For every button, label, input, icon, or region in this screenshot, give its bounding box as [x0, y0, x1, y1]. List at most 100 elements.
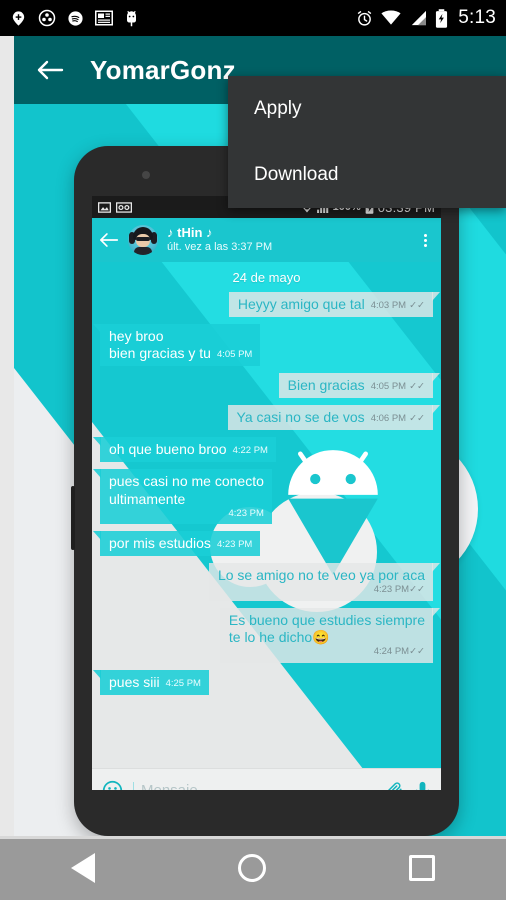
back-arrow-icon[interactable]: [36, 58, 64, 82]
chat-contact-info: ♪ tHin ♪ últ. vez a las 3:37 PM: [167, 225, 273, 254]
message-text: Lo se amigo no te veo ya por aca: [217, 567, 425, 584]
system-status-icons: 5:13: [356, 7, 496, 29]
overflow-dropdown-menu: Apply Download: [228, 76, 506, 208]
message-meta: 4:23 PM✓✓: [224, 584, 425, 596]
message-row: por mis estudios 4:23 PM: [92, 531, 433, 557]
message-row: Lo se amigo no te veo ya por aca 4:23 PM✓…: [100, 563, 441, 601]
message-row: oh que bueno broo 4:22 PM: [93, 437, 433, 463]
system-status-bar: 5:13: [0, 0, 506, 36]
app-screen: 5:13 YomarGonz ♪ tHin ♪ últ. vez a las 3…: [0, 0, 506, 900]
nav-recents-icon[interactable]: [408, 855, 435, 881]
message-meta: 4:23 PM: [115, 507, 264, 520]
front-camera-dot: [142, 171, 150, 179]
message-row: pues casi no me conecto ultimamente 4:23 P…: [93, 469, 433, 525]
message-bubble[interactable]: por mis estudios 4:23 PM: [92, 531, 261, 557]
read-receipt-icon: ✓✓: [409, 584, 425, 596]
message-meta: 4:03 PM ✓✓: [371, 300, 425, 312]
message-row: Es bueno que estudies siempre te lo he di…: [100, 607, 441, 663]
message-time: 4:23 PM: [373, 584, 410, 596]
phone-screen: 100% 03:39 PM: [92, 196, 441, 790]
message-time: 4:23 PM: [216, 539, 253, 551]
message-time: 4:05 PM: [216, 349, 253, 361]
message-input-placeholder[interactable]: Mensaje: [133, 782, 375, 790]
message-bubble[interactable]: pues siii 4:25 PM: [93, 669, 209, 695]
message-text: pues siii: [109, 673, 160, 690]
chat-header: ♪ tHin ♪ últ. vez a las 3:37 PM: [92, 218, 441, 262]
message-meta: 4:06 PM ✓✓: [371, 413, 425, 425]
nav-back-icon[interactable]: [71, 853, 96, 883]
read-receipt-icon: ✓✓: [409, 381, 425, 393]
system-navigation-bar: [0, 836, 506, 900]
message-bubble[interactable]: hey broo bien gracias y tu 4:05 PM: [92, 324, 261, 367]
nav-home-icon[interactable]: [237, 854, 266, 882]
message-text: oh que bueno broo: [109, 441, 227, 458]
nav-divider: [0, 836, 506, 839]
message-time: 4:25 PM: [165, 677, 201, 689]
sports-ball-icon: [38, 9, 56, 27]
message-time: 4:06 PM: [370, 413, 407, 425]
date-divider: 24 de mayo: [232, 270, 301, 285]
signal-icon: [409, 10, 427, 26]
notification-icons: [10, 9, 139, 27]
android-bug-icon: [124, 9, 139, 27]
message-row: Ya casi no se de vos 4:06 PM ✓✓: [100, 405, 441, 431]
contact-last-seen: últ. vez a las 3:37 PM: [167, 241, 273, 254]
message-bubble[interactable]: pues casi no me conecto ultimamente 4:23 P…: [93, 469, 272, 525]
message-bubble[interactable]: Heyyy amigo que tal 4:03 PM ✓✓: [228, 292, 441, 318]
phone-mockup: 100% 03:39 PM: [71, 146, 459, 836]
message-meta: 4:24 PM✓✓: [235, 646, 425, 658]
menu-item-apply[interactable]: Apply: [228, 76, 506, 142]
message-time: 4:23 PM: [228, 507, 264, 519]
wifi-icon: [381, 10, 401, 26]
message-meta: 4:25 PM: [166, 678, 201, 690]
message-bubble[interactable]: Ya casi no se de vos 4:06 PM ✓✓: [227, 405, 441, 431]
message-text: por mis estudios: [109, 535, 211, 552]
message-row: Heyyy amigo que tal 4:03 PM ✓✓: [100, 292, 441, 318]
wallpaper-preview[interactable]: 100% 03:39 PM: [14, 104, 506, 836]
side-button: [71, 486, 75, 550]
paperclip-icon[interactable]: [385, 781, 404, 790]
message-input-bar: Mensaje: [92, 768, 441, 790]
message-bubble[interactable]: Es bueno que estudies siempre te lo he di…: [219, 607, 441, 663]
page-title: YomarGonz: [90, 54, 236, 85]
microphone-icon[interactable]: [414, 781, 431, 790]
message-text: Heyyy amigo que tal: [237, 296, 365, 312]
voicemail-icon: [116, 201, 132, 213]
message-bubble[interactable]: oh que bueno broo 4:22 PM: [93, 437, 276, 463]
read-receipt-icon: ✓✓: [409, 413, 425, 425]
read-receipt-icon: ✓✓: [409, 646, 425, 658]
back-arrow-icon[interactable]: [100, 232, 119, 248]
message-text: hey broo bien gracias y tu: [109, 328, 211, 362]
message-time: 4:03 PM: [370, 300, 407, 311]
message-text: Es bueno que estudies siempre te lo he di…: [228, 611, 425, 646]
menu-item-download[interactable]: Download: [228, 142, 506, 208]
message-bubble[interactable]: Lo se amigo no te veo ya por aca 4:23 PM✓…: [208, 563, 441, 601]
message-text: Ya casi no se de vos: [236, 409, 365, 426]
avatar[interactable]: [128, 225, 158, 255]
app-content: YomarGonz ♪ tHin ♪ últ. vez a las 3:37 P…: [0, 36, 506, 836]
message-row: Bien gracias 4:05 PM ✓✓: [100, 373, 441, 399]
message-time: 4:22 PM: [232, 445, 268, 457]
message-time: 4:24 PM: [373, 646, 410, 658]
alarm-clock-icon: [356, 10, 373, 27]
message-meta: 4:05 PM: [217, 349, 252, 361]
spotify-icon: [67, 10, 84, 27]
message-time: 4:05 PM: [370, 381, 407, 393]
read-receipt-icon: ✓✓: [409, 300, 425, 311]
overflow-menu-icon[interactable]: [424, 233, 433, 247]
message-row: pues siii 4:25 PM: [93, 669, 433, 695]
messages-container: 24 de mayo Heyyy amigo que tal 4:03 PM ✓✓ h…: [92, 270, 441, 695]
message-text: Bien gracias: [287, 377, 365, 394]
news-layout-icon: [95, 10, 113, 26]
message-bubble[interactable]: Bien gracias 4:05 PM ✓✓: [278, 373, 441, 399]
battery-charging-icon: [435, 8, 448, 28]
message-text: pues casi no me conecto ultimamente: [109, 473, 264, 507]
emoji-icon[interactable]: [102, 780, 123, 790]
message-row: hey broo bien gracias y tu 4:05 PM: [92, 324, 433, 367]
contact-name: ♪ tHin ♪: [167, 225, 213, 241]
message-meta: 4:22 PM: [233, 445, 268, 457]
chat-message-list: 24 de mayo Heyyy amigo que tal 4:03 PM ✓✓ h…: [92, 262, 441, 768]
image-icon: [98, 201, 111, 213]
location-plus-icon: [10, 10, 27, 27]
message-meta: 4:23 PM: [217, 539, 252, 551]
